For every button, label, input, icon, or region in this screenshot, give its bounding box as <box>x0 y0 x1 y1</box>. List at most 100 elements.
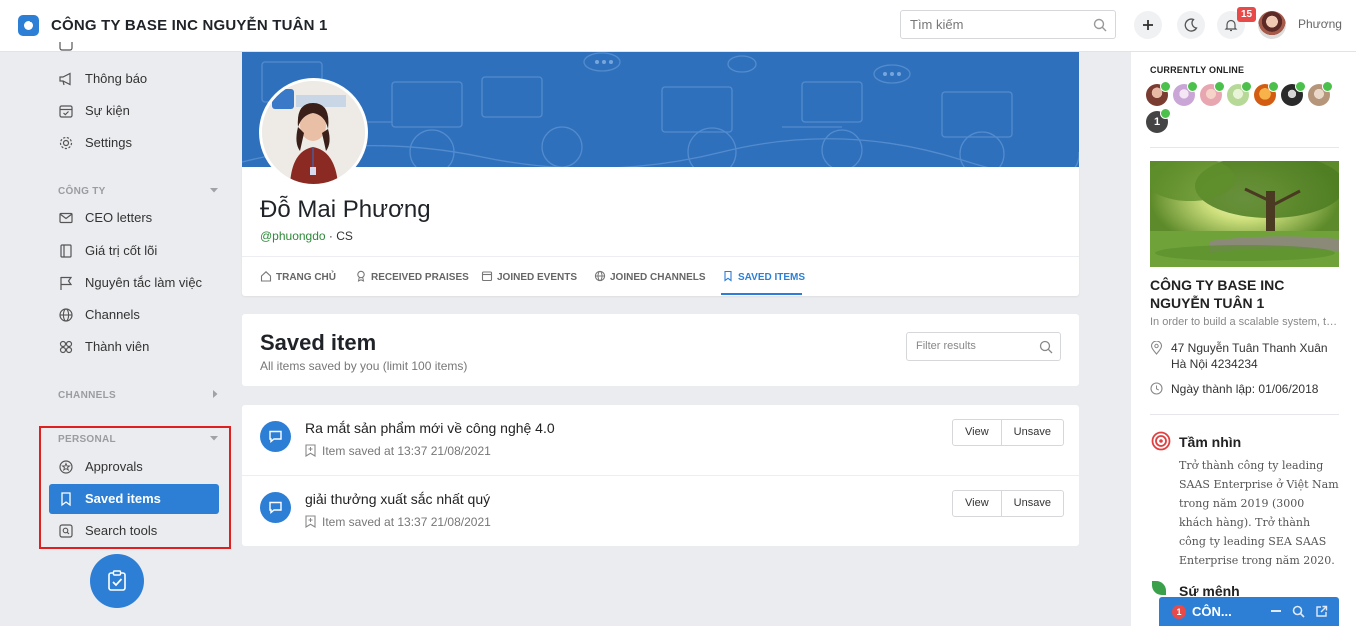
post-type-icon <box>260 492 291 523</box>
saved-item-timestamp: Item saved at 13:37 21/08/2021 <box>322 444 491 458</box>
saved-item-timestamp: Item saved at 13:37 21/08/2021 <box>322 515 491 529</box>
profile-name: Đỗ Mai Phương <box>260 196 431 223</box>
right-panel: CURRENTLY ONLINE 1 CÔNG TY BASE INC NGUY… <box>1131 52 1356 626</box>
online-extra-count[interactable]: 1 <box>1146 108 1171 133</box>
item-actions: View Unsave <box>952 490 1064 517</box>
sidebar-item-label: Nguyên tắc làm việc <box>85 275 203 290</box>
view-button[interactable]: View <box>953 420 1001 445</box>
page-subtitle: All items saved by you (limit 100 items) <box>260 359 468 373</box>
home-icon <box>260 271 272 282</box>
sidebar-item-cutoff[interactable] <box>49 42 219 56</box>
online-label: CURRENTLY ONLINE <box>1150 65 1245 75</box>
chat-minimized-bar[interactable]: 1 CÔN... <box>1159 597 1339 626</box>
profile-photo <box>262 81 365 184</box>
sidebar-item-thong-bao[interactable]: Thông báo <box>49 64 219 94</box>
view-button[interactable]: View <box>953 491 1001 516</box>
sidebar-item-channels[interactable]: Channels <box>49 300 219 330</box>
divider <box>1150 414 1339 415</box>
saved-item-meta: Item saved at 13:37 21/08/2021 <box>305 515 491 529</box>
members-icon <box>59 340 73 354</box>
base-logo-icon[interactable] <box>18 15 39 36</box>
active-tab-indicator <box>721 293 802 295</box>
avatar[interactable] <box>1258 11 1286 39</box>
highlight-annotation <box>39 426 231 549</box>
tabs-divider <box>242 256 1079 257</box>
award-icon <box>357 270 365 282</box>
page-title: Saved item <box>260 330 377 355</box>
minimize-icon[interactable] <box>1270 605 1282 617</box>
tasks-fab-button[interactable] <box>90 554 144 608</box>
book-icon <box>60 244 72 258</box>
saved-item-title[interactable]: Ra mắt sản phẩm mới về công nghệ 4.0 <box>305 420 555 436</box>
online-user-avatar[interactable] <box>1200 81 1225 106</box>
post-type-icon <box>260 421 291 452</box>
tab-trang-chu[interactable]: TRANG CHỦ <box>260 270 336 283</box>
tab-label: SAVED ITEMS <box>738 272 806 283</box>
moon-icon <box>1184 18 1198 32</box>
profile-avatar[interactable] <box>259 78 368 187</box>
search-placeholder: Tìm kiếm <box>910 17 964 32</box>
calendar-icon <box>59 105 73 118</box>
saved-items-list: Ra mắt sản phẩm mới về công nghệ 4.0 Ite… <box>242 405 1079 546</box>
tab-label: TRANG CHỦ <box>276 272 336 283</box>
sidebar-item-label: Giá trị cốt lõi <box>85 243 158 258</box>
sidebar-item-settings[interactable]: Settings <box>49 128 219 158</box>
list-item: Ra mắt sản phẩm mới về công nghệ 4.0 Ite… <box>242 405 1079 475</box>
chat-bubble-icon <box>269 430 282 443</box>
dark-mode-button[interactable] <box>1177 11 1205 39</box>
tab-saved-items[interactable]: SAVED ITEMS <box>722 270 805 283</box>
filter-results-input[interactable]: Filter results <box>906 332 1061 361</box>
online-user-avatar[interactable] <box>1308 81 1333 106</box>
online-user-avatar[interactable] <box>1281 81 1306 106</box>
company-title[interactable]: CÔNG TY BASE INC NGUYỄN TUÂN 1 <box>51 17 328 34</box>
company-name[interactable]: CÔNG TY BASE INC NGUYỄN TUÂN 1 <box>1150 276 1345 312</box>
unsave-button[interactable]: Unsave <box>1000 420 1063 445</box>
saved-item-meta: Item saved at 13:37 21/08/2021 <box>305 444 491 458</box>
sidebar-item-su-kien[interactable]: Sự kiện <box>49 96 219 126</box>
profile-handle: @phuongdo · CS <box>260 229 353 243</box>
chevron-right-icon[interactable] <box>212 389 219 399</box>
megaphone-icon <box>59 72 71 86</box>
chat-bubble-icon <box>269 501 282 514</box>
filter-placeholder: Filter results <box>916 340 976 352</box>
chevron-down-icon[interactable] <box>209 187 219 194</box>
user-name[interactable]: Phương <box>1298 17 1342 31</box>
sidebar-item-label: Settings <box>85 135 132 150</box>
section-header-cong-ty[interactable]: CÔNG TY <box>58 186 106 197</box>
section-header-channels[interactable]: CHANNELS <box>58 390 116 401</box>
tab-received-praises[interactable]: RECEIVED PRAISES <box>355 270 469 283</box>
vision-title: Tầm nhìn <box>1179 434 1242 450</box>
sidebar-item-nguyen-tac[interactable]: Nguyên tắc làm việc <box>49 268 219 298</box>
sidebar-item-ceo-letters[interactable]: CEO letters <box>49 203 219 233</box>
sidebar-item-gia-tri[interactable]: Giá trị cốt lõi <box>49 236 219 266</box>
leaf-icon <box>1152 581 1166 595</box>
company-description: In order to build a scalable system, th.… <box>1150 316 1340 328</box>
cover-illustration <box>242 52 1079 167</box>
tab-joined-events[interactable]: JOINED EVENTS <box>481 270 577 283</box>
unsave-button[interactable]: Unsave <box>1000 491 1063 516</box>
profile-username[interactable]: @phuongdo <box>260 229 326 243</box>
search-input[interactable]: Tìm kiếm <box>900 10 1116 39</box>
tab-label: JOINED EVENTS <box>497 272 578 283</box>
sidebar-item-thanh-vien[interactable]: Thành viên <box>49 332 219 362</box>
sidebar-item-label: CEO letters <box>85 210 153 225</box>
clock-icon <box>1150 382 1163 395</box>
online-user-avatar[interactable] <box>1173 81 1198 106</box>
item-actions: View Unsave <box>952 419 1064 446</box>
tab-joined-channels[interactable]: JOINED CHANNELS <box>594 270 706 283</box>
plus-icon <box>1143 20 1153 30</box>
online-user-avatar[interactable] <box>1254 81 1279 106</box>
saved-item-title[interactable]: giải thưởng xuất sắc nhất quý <box>305 491 490 507</box>
tab-label: JOINED CHANNELS <box>610 272 706 283</box>
online-user-avatar[interactable] <box>1227 81 1252 106</box>
mail-icon <box>59 212 73 224</box>
globe-icon <box>594 270 606 282</box>
add-button[interactable] <box>1134 11 1162 39</box>
tree-landscape-image <box>1150 161 1339 267</box>
search-icon[interactable] <box>1292 605 1305 618</box>
bookmark-icon <box>724 270 732 282</box>
bell-icon <box>1224 19 1238 32</box>
online-user-avatar[interactable] <box>1146 81 1171 106</box>
clipboard-check-icon <box>108 570 126 591</box>
open-external-icon[interactable] <box>1315 605 1328 618</box>
